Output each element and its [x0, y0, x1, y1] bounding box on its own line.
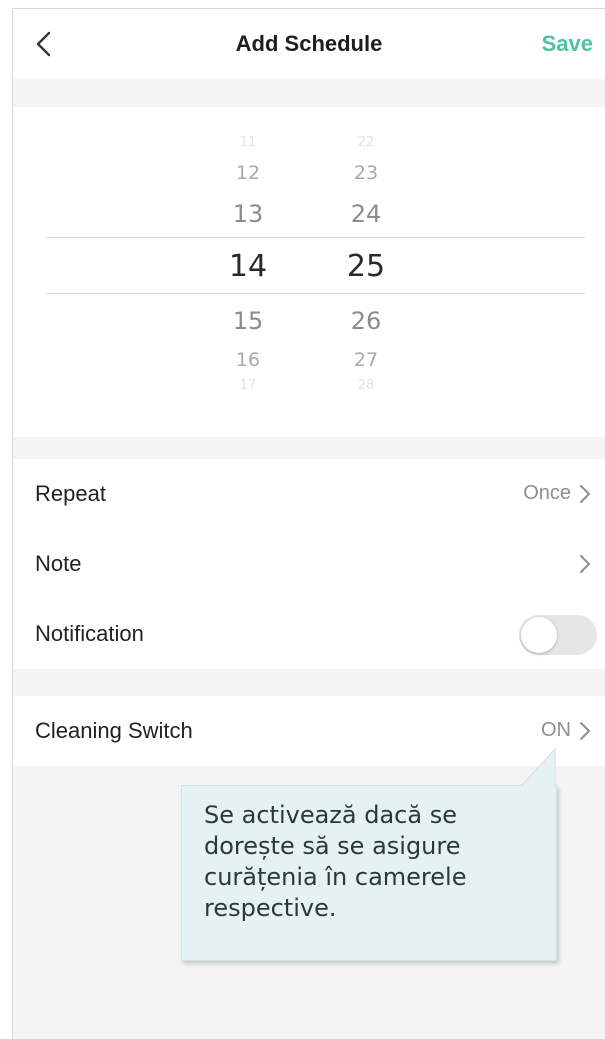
selected-hour: 14: [228, 249, 268, 284]
cleaning-group: Cleaning Switch ON: [13, 696, 605, 766]
cleaning-switch-value: ON: [541, 719, 571, 741]
repeat-row[interactable]: Repeat Once: [13, 459, 605, 529]
picker-selection-top-line: [45, 237, 585, 238]
note-row[interactable]: Note: [13, 529, 605, 599]
picker-selection-bottom-line: [45, 293, 585, 294]
time-picker[interactable]: 11 12 13 14 15 16 17 22 23 24 25 26 27 2…: [13, 107, 605, 437]
minute-option: 27: [353, 349, 379, 371]
header-bar: Add Schedule Save: [13, 9, 605, 79]
chevron-right-icon: [580, 722, 590, 740]
repeat-label: Repeat: [35, 481, 106, 506]
selected-minute: 25: [346, 249, 386, 284]
chevron-right-icon: [580, 485, 590, 503]
cleaning-switch-row[interactable]: Cleaning Switch ON: [13, 696, 605, 766]
notification-row: Notification: [13, 599, 605, 669]
note-label: Note: [35, 551, 82, 576]
callout-box: Se activează dacă se dorește să se asigu…: [181, 785, 557, 961]
minute-option: 22: [357, 135, 375, 150]
save-button[interactable]: Save: [542, 31, 593, 57]
minute-option: 26: [350, 307, 382, 335]
notification-label: Notification: [35, 621, 144, 646]
hour-option: 11: [239, 135, 257, 150]
callout-text: Se activează dacă se dorește să se asigu…: [204, 801, 467, 922]
minute-option: 23: [353, 162, 379, 184]
hour-option: 12: [235, 162, 261, 184]
settings-group: Repeat Once Note Notification: [13, 459, 605, 669]
page-title: Add Schedule: [235, 31, 383, 56]
chevron-right-icon: [580, 555, 590, 573]
hour-option: 13: [232, 200, 264, 228]
hour-option: 16: [235, 349, 261, 371]
repeat-value: Once: [523, 482, 571, 504]
app-screen: Add Schedule Save 11 12 13 14 15 16 17 2…: [12, 8, 605, 1039]
minute-option: 24: [350, 200, 382, 228]
cleaning-switch-label: Cleaning Switch: [35, 718, 193, 743]
hour-option: 15: [232, 307, 264, 335]
toggle-knob: [521, 617, 557, 653]
notification-toggle[interactable]: [519, 615, 597, 655]
hour-option: 17: [239, 378, 257, 393]
minute-option: 28: [357, 378, 375, 393]
callout-pointer: [521, 747, 556, 787]
